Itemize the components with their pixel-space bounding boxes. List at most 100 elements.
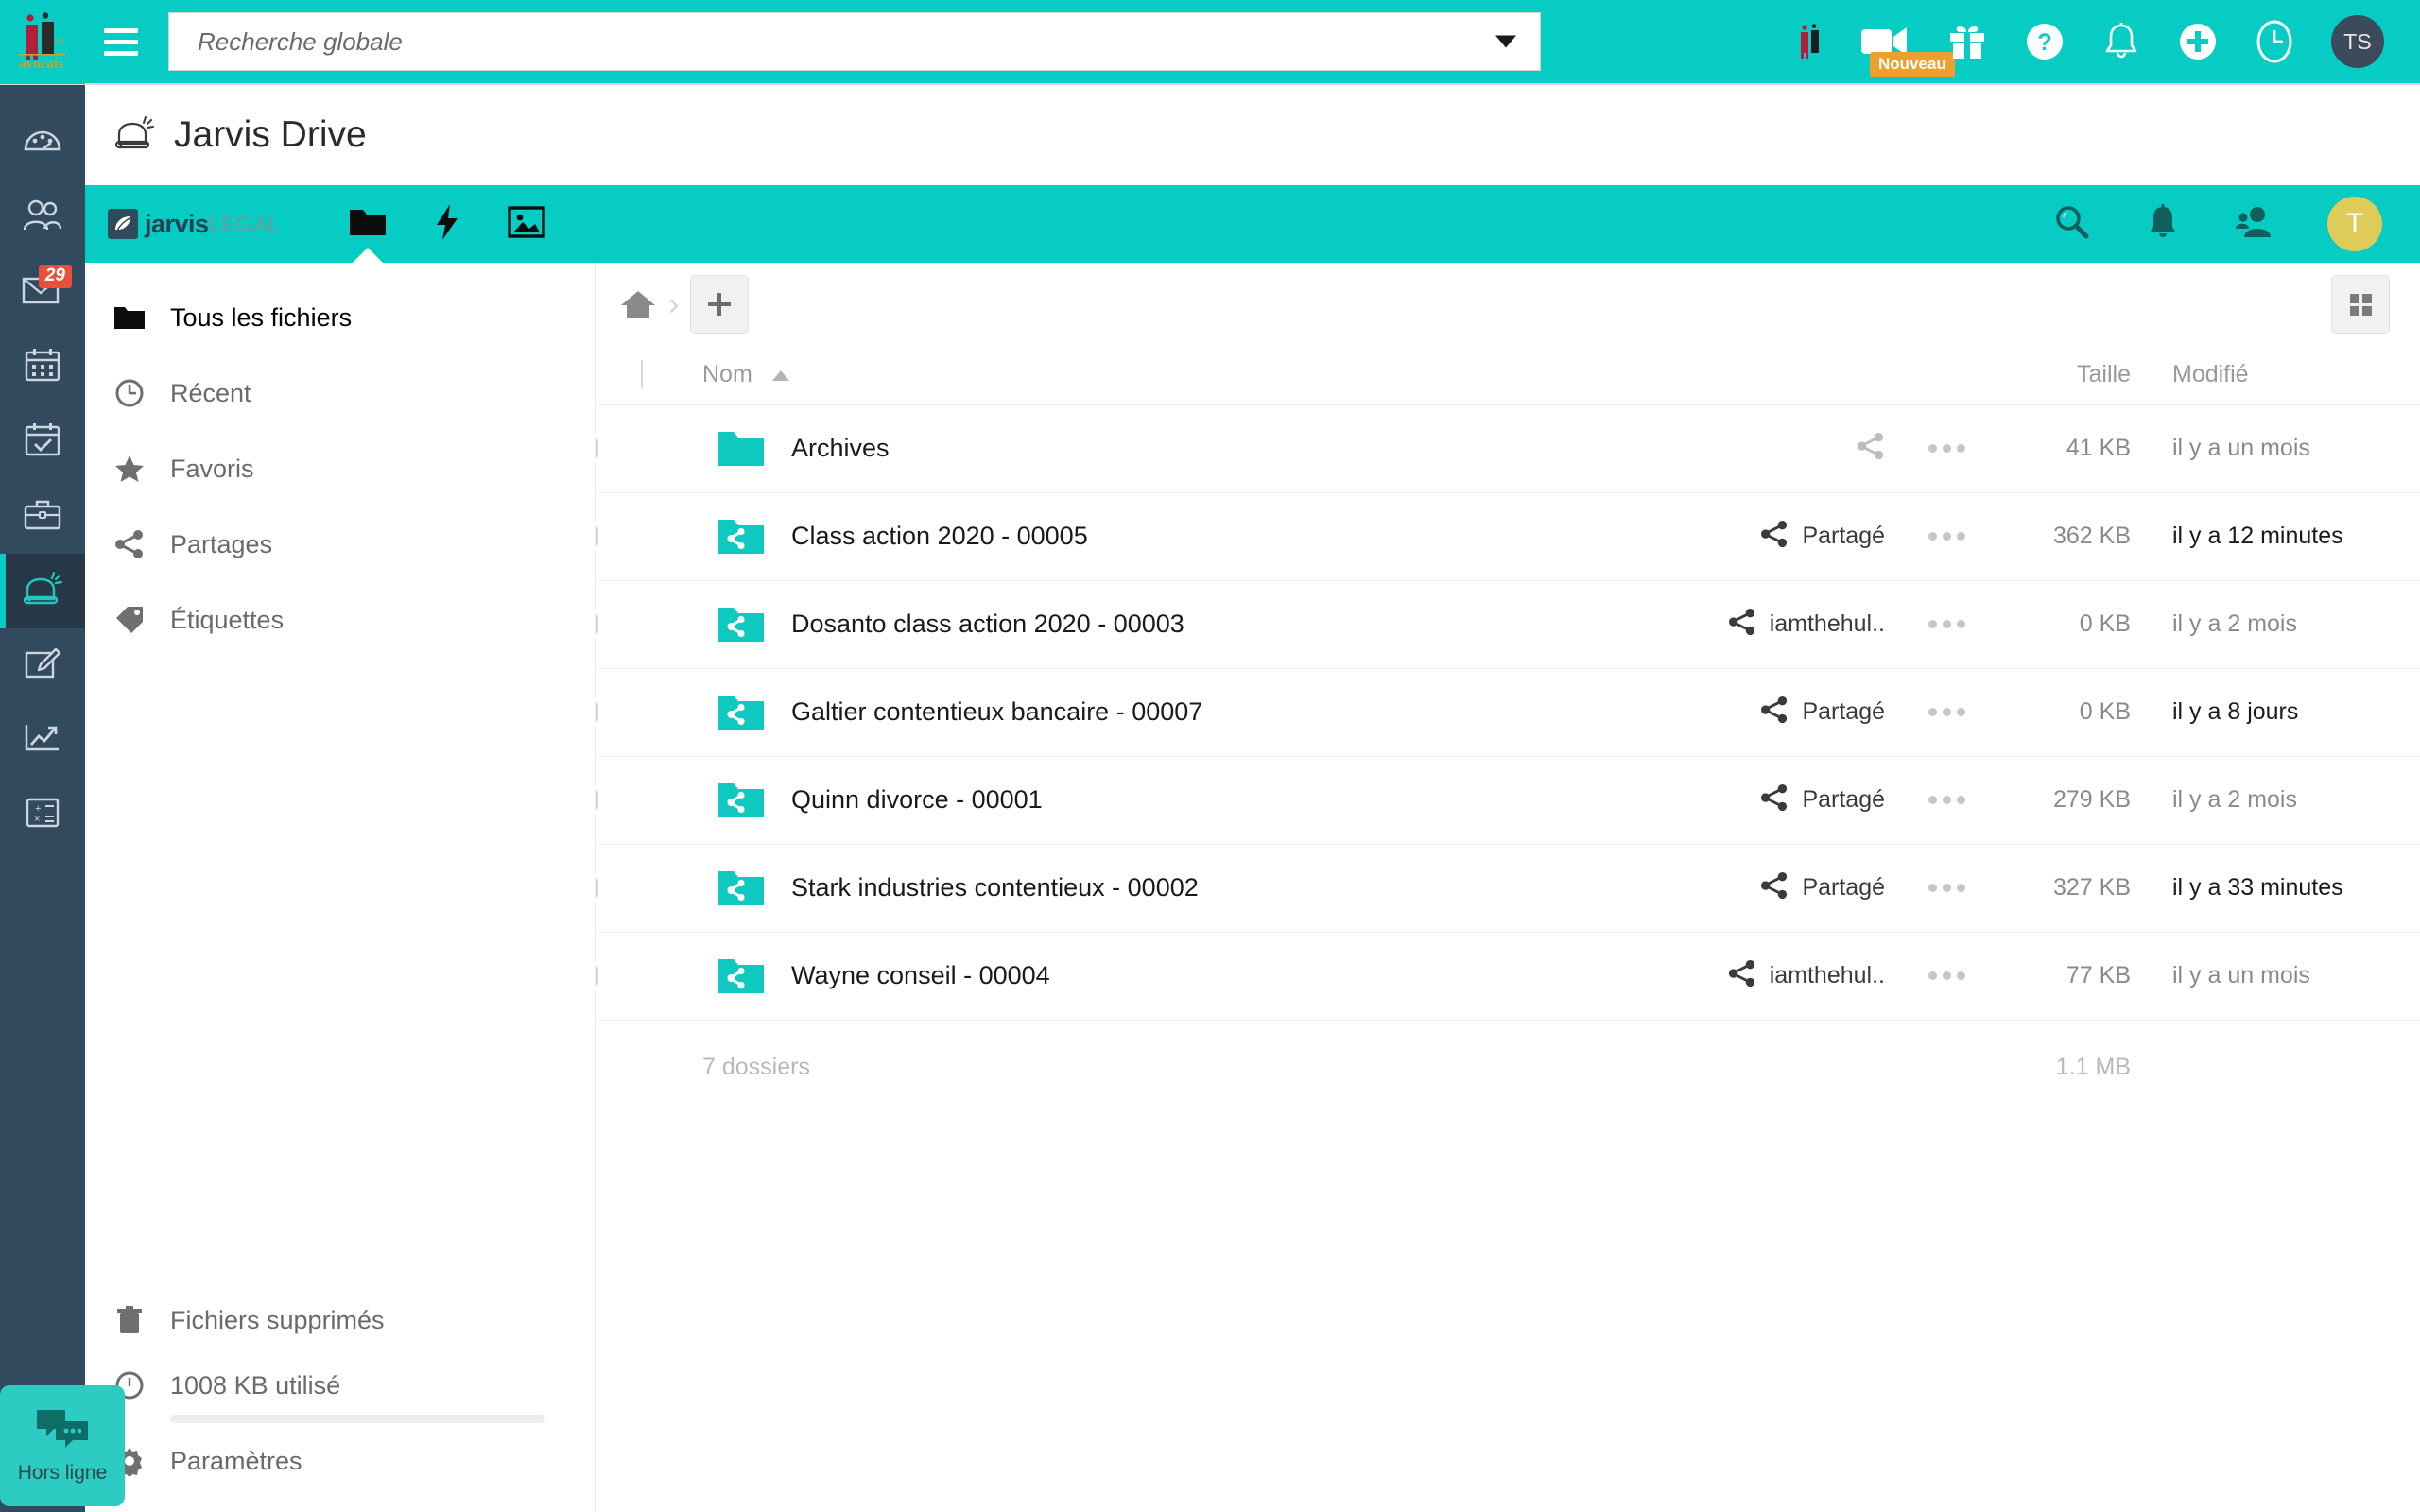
app-activity[interactable] xyxy=(407,185,487,263)
row-name-cell[interactable]: Galtier contentieux bancaire - 00007 xyxy=(687,668,1635,756)
bell-icon[interactable] xyxy=(2146,203,2180,246)
plus-circle-icon[interactable] xyxy=(2178,22,2218,61)
contacts-person-icon[interactable] xyxy=(2235,204,2273,245)
sidebar-item-deleted-files[interactable]: Fichiers supprimés xyxy=(85,1282,595,1358)
select-all-checkbox[interactable] xyxy=(641,360,643,388)
bell-icon[interactable] xyxy=(2102,22,2140,61)
app-files[interactable] xyxy=(328,185,407,263)
sidebar-item-calendar[interactable] xyxy=(0,330,85,404)
row-select-cell[interactable] xyxy=(596,668,687,756)
row-checkbox[interactable] xyxy=(596,439,598,457)
row-share-cell[interactable]: iamthehul.. xyxy=(1635,932,1891,1020)
row-more-actions-icon[interactable] xyxy=(1891,884,2002,892)
row-checkbox[interactable] xyxy=(596,879,598,897)
jarvis-legal-logo[interactable]: jarvis LEGAL xyxy=(108,209,281,239)
table-row[interactable]: Class action 2020 - 00005Partagé362 KBil… xyxy=(596,492,2420,580)
row-select-cell[interactable] xyxy=(596,932,687,1020)
row-name-cell[interactable]: Quinn divorce - 00001 xyxy=(687,756,1635,844)
avocats-logo-icon[interactable]: les avocats xyxy=(0,0,85,84)
avocats-logo-icon[interactable] xyxy=(1798,24,1823,60)
row-name-cell[interactable]: Dosanto class action 2020 - 00003 xyxy=(687,580,1635,668)
row-checkbox[interactable] xyxy=(596,967,598,985)
sidebar-item-all-files[interactable]: Tous les fichiers xyxy=(85,280,595,355)
sidebar-item-quota[interactable]: 1008 KB utilisé xyxy=(113,1358,566,1413)
table-row[interactable]: Galtier contentieux bancaire - 00007Part… xyxy=(596,668,2420,756)
row-more-actions-icon[interactable] xyxy=(1891,444,2002,453)
app-photos[interactable] xyxy=(487,185,566,263)
row-actions-cell[interactable] xyxy=(1891,844,2002,932)
global-search[interactable] xyxy=(168,12,1541,71)
breadcrumb-home-icon[interactable] xyxy=(614,280,663,329)
row-checkbox[interactable] xyxy=(596,527,598,545)
row-name-cell[interactable]: Archives xyxy=(687,404,1635,492)
sidebar-item-tasks[interactable] xyxy=(0,404,85,479)
sidebar-item-analytics[interactable] xyxy=(0,703,85,778)
row-share-cell[interactable]: Partagé xyxy=(1635,668,1891,756)
row-select-cell[interactable] xyxy=(596,756,687,844)
row-select-cell[interactable] xyxy=(596,580,687,668)
sidebar-item-notes[interactable] xyxy=(0,628,85,703)
share-icon[interactable] xyxy=(1857,432,1885,465)
offline-chat-widget[interactable]: Hors ligne xyxy=(0,1385,125,1506)
new-file-button[interactable] xyxy=(690,275,749,334)
share-icon[interactable] xyxy=(1728,959,1756,992)
column-header-size[interactable]: Taille xyxy=(2002,346,2146,404)
row-more-actions-icon[interactable] xyxy=(1891,971,2002,980)
row-more-actions-icon[interactable] xyxy=(1891,620,2002,628)
sidebar-item-dashboard[interactable] xyxy=(0,106,85,180)
share-icon[interactable] xyxy=(1760,783,1789,816)
row-actions-cell[interactable] xyxy=(1891,580,2002,668)
avatar[interactable]: T xyxy=(2327,197,2382,251)
help-question-icon[interactable]: ? xyxy=(2025,22,2065,61)
row-more-actions-icon[interactable] xyxy=(1891,532,2002,541)
row-name-cell[interactable]: Class action 2020 - 00005 xyxy=(687,492,1635,580)
row-actions-cell[interactable] xyxy=(1891,932,2002,1020)
sidebar-item-favorites[interactable]: Favoris xyxy=(85,431,595,507)
grid-view-toggle-button[interactable] xyxy=(2331,275,2390,334)
share-icon[interactable] xyxy=(1760,696,1789,729)
row-checkbox[interactable] xyxy=(596,703,598,721)
sidebar-item-tags[interactable]: Étiquettes xyxy=(85,582,595,658)
row-actions-cell[interactable] xyxy=(1891,404,2002,492)
gift-icon[interactable] xyxy=(1947,22,1987,61)
row-actions-cell[interactable] xyxy=(1891,756,2002,844)
row-name-cell[interactable]: Wayne conseil - 00004 xyxy=(687,932,1635,1020)
sidebar-item-shares[interactable]: Partages xyxy=(85,507,595,582)
sidebar-item-contacts[interactable] xyxy=(0,180,85,255)
row-name-cell[interactable]: Stark industries contentieux - 00002 xyxy=(687,844,1635,932)
row-actions-cell[interactable] xyxy=(1891,492,2002,580)
sidebar-item-drive[interactable] xyxy=(0,554,85,628)
sidebar-item-recent[interactable]: Récent xyxy=(85,355,595,431)
row-more-actions-icon[interactable] xyxy=(1891,796,2002,804)
row-share-cell[interactable]: Partagé xyxy=(1635,756,1891,844)
column-header-name[interactable]: Nom xyxy=(687,346,1635,404)
menu-toggle-button[interactable] xyxy=(85,0,157,84)
row-actions-cell[interactable] xyxy=(1891,668,2002,756)
row-select-cell[interactable] xyxy=(596,404,687,492)
sidebar-item-cases[interactable] xyxy=(0,479,85,554)
select-all-header[interactable] xyxy=(596,346,687,404)
table-row[interactable]: Stark industries contentieux - 00002Part… xyxy=(596,844,2420,932)
row-checkbox[interactable] xyxy=(596,791,598,809)
row-checkbox[interactable] xyxy=(596,615,598,633)
avatar[interactable]: TS xyxy=(2331,15,2384,68)
row-share-cell[interactable] xyxy=(1635,404,1891,492)
row-share-cell[interactable]: iamthehul.. xyxy=(1635,580,1891,668)
search-input[interactable] xyxy=(168,12,1541,71)
table-row[interactable]: Archives41 KBil y a un mois xyxy=(596,404,2420,492)
sidebar-item-accounting[interactable]: + × xyxy=(0,778,85,852)
share-icon[interactable] xyxy=(1760,520,1789,553)
table-row[interactable]: Quinn divorce - 00001Partagé279 KBil y a… xyxy=(596,756,2420,844)
row-more-actions-icon[interactable] xyxy=(1891,708,2002,716)
sidebar-item-mail[interactable]: 29 xyxy=(0,255,85,330)
search-icon[interactable] xyxy=(2053,203,2091,246)
share-icon[interactable] xyxy=(1760,871,1789,904)
row-share-cell[interactable]: Partagé xyxy=(1635,492,1891,580)
row-share-cell[interactable]: Partagé xyxy=(1635,844,1891,932)
table-row[interactable]: Dosanto class action 2020 - 00003iamtheh… xyxy=(596,580,2420,668)
share-icon[interactable] xyxy=(1728,608,1756,641)
row-select-cell[interactable] xyxy=(596,844,687,932)
table-row[interactable]: Wayne conseil - 00004iamthehul..77 KBil … xyxy=(596,932,2420,1020)
row-select-cell[interactable] xyxy=(596,492,687,580)
sidebar-item-settings[interactable]: Paramètres xyxy=(85,1423,595,1499)
